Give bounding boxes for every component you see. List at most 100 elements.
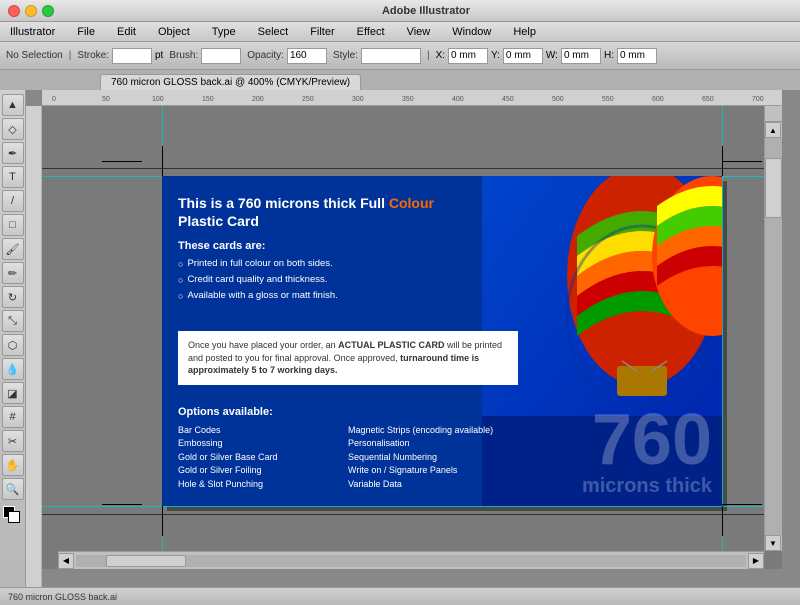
scroll-h-thumb[interactable]: [106, 555, 186, 567]
scroll-left-button[interactable]: ◀: [58, 553, 74, 569]
brush-label: Brush:: [169, 50, 198, 61]
selection-tool-button[interactable]: ▲: [2, 94, 24, 116]
menu-select[interactable]: Select: [252, 26, 295, 38]
style-label: Style:: [333, 50, 358, 61]
pt-label: pt: [155, 50, 163, 61]
style-group: Style:: [333, 48, 421, 64]
crop-mark-tr-v: [722, 146, 723, 176]
guide-horizontal-2: [42, 506, 782, 507]
menu-help[interactable]: Help: [507, 26, 542, 38]
scroll-v-thumb[interactable]: [765, 158, 782, 218]
pen-tool-button[interactable]: ✒: [2, 142, 24, 164]
bullet-item-3: Available with a gloss or matt finish.: [178, 290, 476, 303]
toolbar: No Selection | Stroke: pt Brush: Opacity…: [0, 42, 800, 70]
menu-illustrator[interactable]: Illustrator: [4, 26, 61, 38]
ruler-horizontal: 0 50 100 150 200 250 300 350 400 450 500…: [42, 90, 782, 106]
brush-group: Brush:: [169, 48, 241, 64]
rect-tool-button[interactable]: □: [2, 214, 24, 236]
slice-button[interactable]: ✂: [2, 430, 24, 452]
workspace: ▲ ◇ ✒ T / □ 🖌 ✏ ↻ ⤡ ⬡ 💧 ◪ # ✂ ✋ 🔍 0: [0, 90, 800, 587]
menu-effect[interactable]: Effect: [351, 26, 391, 38]
760-number: 760: [582, 404, 712, 476]
crop-mark-tl-h: [102, 161, 142, 162]
pencil-button[interactable]: ✏: [2, 262, 24, 284]
mesh-button[interactable]: #: [2, 406, 24, 428]
traffic-lights[interactable]: [8, 5, 54, 17]
bleed-guide-top: [42, 168, 782, 169]
coords-group: X: Y: W: H:: [436, 48, 657, 64]
canvas-inner[interactable]: This is a 760 microns thick Full Colour …: [42, 106, 782, 569]
toolbar-separator1: |: [69, 50, 72, 61]
paintbrush-button[interactable]: 🖌: [2, 238, 24, 260]
scrollbar-horizontal[interactable]: ◀ ▶: [58, 551, 764, 569]
menu-filter[interactable]: Filter: [304, 26, 340, 38]
option-variable-data: Variable Data: [348, 478, 548, 492]
card-design: This is a 760 microns thick Full Colour …: [162, 176, 722, 506]
stroke-input[interactable]: [112, 48, 152, 64]
scroll-down-button[interactable]: ▼: [765, 535, 781, 551]
option-barcodes: Bar Codes: [178, 424, 338, 438]
canvas-area[interactable]: 0 50 100 150 200 250 300 350 400 450 500…: [26, 90, 800, 587]
menu-object[interactable]: Object: [152, 26, 196, 38]
option-signature: Write on / Signature Panels: [348, 464, 548, 478]
scale-button[interactable]: ⤡: [2, 310, 24, 332]
doc-tab[interactable]: 760 micron GLOSS back.ai @ 400% (CMYK/Pr…: [100, 74, 361, 90]
opacity-label: Opacity:: [247, 50, 284, 61]
doc-tab-label: 760 micron GLOSS back.ai @ 400% (CMYK/Pr…: [111, 77, 350, 88]
color-selector[interactable]: [3, 506, 23, 524]
y-input[interactable]: [503, 48, 543, 64]
menu-file[interactable]: File: [71, 26, 101, 38]
hand-tool-button[interactable]: ✋: [2, 454, 24, 476]
menu-type[interactable]: Type: [206, 26, 242, 38]
w-input[interactable]: [561, 48, 601, 64]
card-text-content: This is a 760 microns thick Full Colour …: [162, 176, 492, 330]
minimize-button[interactable]: [25, 5, 37, 17]
status-bar: 760 micron GLOSS back.ai: [0, 587, 800, 605]
y-label: Y:: [491, 50, 500, 61]
menu-view[interactable]: View: [401, 26, 437, 38]
left-tool-panel: ▲ ◇ ✒ T / □ 🖌 ✏ ↻ ⤡ ⬡ 💧 ◪ # ✂ ✋ 🔍: [0, 90, 26, 587]
opacity-input[interactable]: [287, 48, 327, 64]
maximize-button[interactable]: [42, 5, 54, 17]
card-notice-box: Once you have placed your order, an ACTU…: [178, 331, 518, 385]
svg-text:450: 450: [502, 96, 514, 103]
option-embossing: Embossing: [178, 437, 338, 451]
eyedropper-button[interactable]: 💧: [2, 358, 24, 380]
option-sequential: Sequential Numbering: [348, 451, 548, 465]
svg-text:600: 600: [652, 96, 664, 103]
option-gold-silver-base: Gold or Silver Base Card: [178, 451, 338, 465]
option-personalisation: Personalisation: [348, 437, 548, 451]
svg-text:350: 350: [402, 96, 414, 103]
brush-input[interactable]: [201, 48, 241, 64]
direct-selection-button[interactable]: ◇: [2, 118, 24, 140]
zoom-tool-button[interactable]: 🔍: [2, 478, 24, 500]
type-tool-button[interactable]: T: [2, 166, 24, 188]
close-button[interactable]: [8, 5, 20, 17]
line-tool-button[interactable]: /: [2, 190, 24, 212]
style-input[interactable]: [361, 48, 421, 64]
crop-mark-br-v: [722, 506, 723, 536]
scroll-h-track[interactable]: [76, 555, 746, 567]
menu-edit[interactable]: Edit: [111, 26, 142, 38]
option-gold-silver-foiling: Gold or Silver Foiling: [178, 464, 338, 478]
gradient-button[interactable]: ◪: [2, 382, 24, 404]
svg-text:250: 250: [302, 96, 314, 103]
blend-button[interactable]: ⬡: [2, 334, 24, 356]
x-input[interactable]: [448, 48, 488, 64]
ruler-vertical: [26, 106, 42, 569]
scrollbar-vertical[interactable]: ▲ ▼: [764, 122, 782, 551]
ruler-h-svg: 0 50 100 150 200 250 300 350 400 450 500…: [42, 90, 782, 105]
menu-window[interactable]: Window: [446, 26, 497, 38]
card-subtitle: These cards are:: [178, 240, 476, 252]
menu-bar: Illustrator File Edit Object Type Select…: [0, 22, 800, 42]
option-magnetic: Magnetic Strips (encoding available): [348, 424, 548, 438]
option-hole-slot: Hole & Slot Punching: [178, 478, 338, 492]
h-input[interactable]: [617, 48, 657, 64]
card-title-part2: Plastic Card: [178, 213, 259, 229]
scroll-v-track[interactable]: [765, 138, 782, 535]
bleed-guide-bottom: [42, 514, 782, 515]
scroll-up-button[interactable]: ▲: [765, 122, 781, 138]
rotate-button[interactable]: ↻: [2, 286, 24, 308]
scroll-right-button[interactable]: ▶: [748, 553, 764, 569]
crop-mark-tr-h: [722, 161, 762, 162]
